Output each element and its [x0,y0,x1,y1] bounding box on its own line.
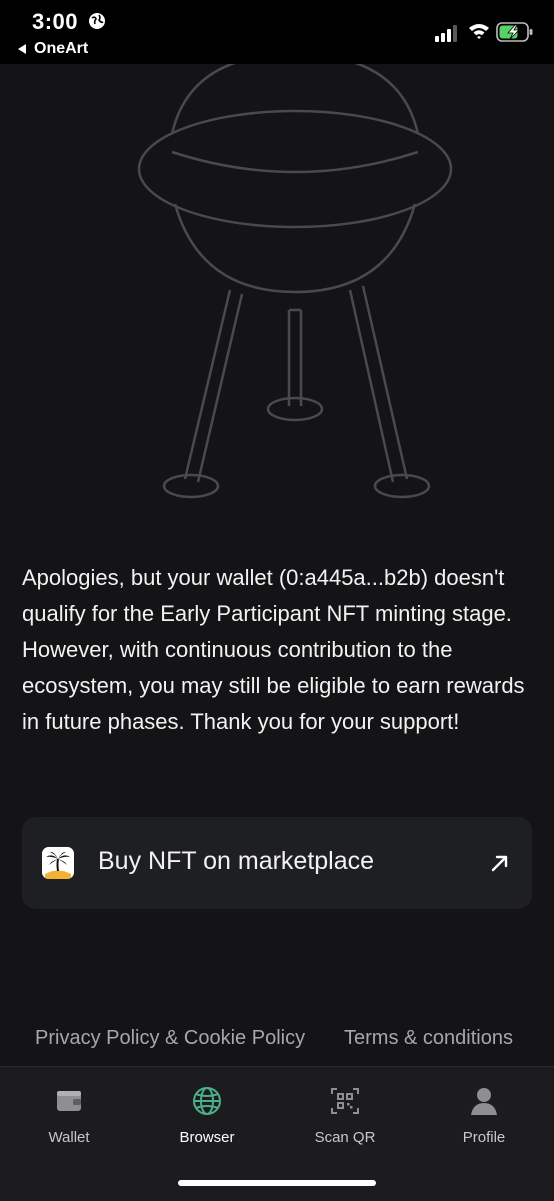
planet-lander-illustration [137,64,453,499]
status-time: 3:00 [32,9,79,34]
tab-wallet-label: Wallet [48,1129,90,1146]
status-bar: 3:00 OneArt [0,0,554,64]
wifi-icon [469,24,489,39]
tab-browser-label: Browser [179,1129,235,1146]
tab-scan-qr[interactable]: Scan QR [290,1085,400,1146]
profile-icon [471,1088,497,1115]
buy-nft-marketplace-button[interactable]: Buy NFT on marketplace [22,817,532,909]
buy-nft-label: Buy NFT on marketplace [98,847,375,875]
privacy-policy-link[interactable]: Privacy Policy & Cookie Policy [35,1027,305,1050]
main-content: Apologies, but your wallet (0:a445a...b2… [0,64,554,1066]
terms-conditions-link[interactable]: Terms & conditions [344,1027,513,1050]
back-to-app-button[interactable]: OneArt [18,40,88,58]
battery-charging-icon [496,22,533,42]
back-app-label: OneArt [34,40,89,57]
wallet-icon [57,1091,81,1111]
external-arrow-icon [491,855,508,872]
back-triangle-icon [18,44,26,54]
qr-scan-icon [331,1088,359,1114]
tab-browser[interactable]: Browser [152,1085,262,1146]
ineligibility-message: Apologies, but your wallet (0:a445a...b2… [22,565,525,734]
tab-profile-label: Profile [462,1129,506,1146]
tab-profile[interactable]: Profile [429,1085,539,1146]
palm-island-icon [42,847,74,879]
tab-wallet[interactable]: Wallet [14,1085,124,1146]
globe-icon [193,1087,221,1115]
home-indicator [178,1180,376,1186]
tab-scan-qr-label: Scan QR [314,1129,376,1146]
cellular-signal-icon [435,25,457,42]
location-globe-icon [89,13,105,29]
